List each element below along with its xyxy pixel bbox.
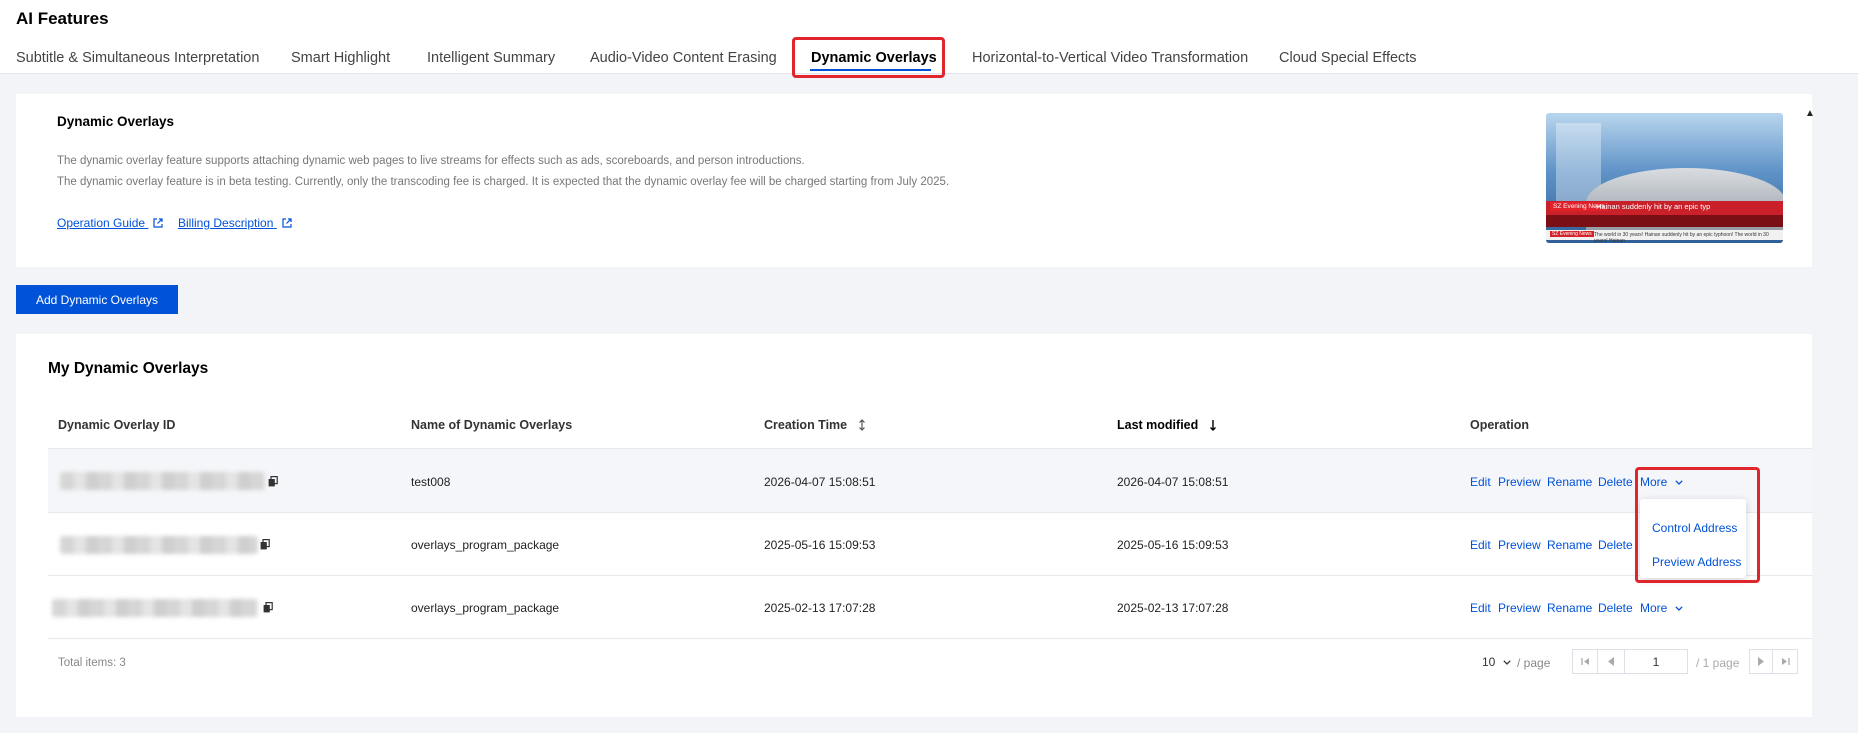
column-header-name: Name of Dynamic Overlays (411, 418, 573, 432)
last-modified: 2026-04-07 15:08:51 (1117, 475, 1229, 489)
intro-description-2: The dynamic overlay feature is in beta t… (57, 176, 950, 188)
column-header-modified[interactable]: Last modified (1117, 418, 1217, 432)
chevron-down-icon (1675, 480, 1683, 485)
rename-button[interactable]: Rename (1547, 601, 1592, 615)
overlay-name: test008 (411, 475, 451, 489)
delete-button[interactable]: Delete (1598, 475, 1633, 489)
copy-icon[interactable] (268, 476, 278, 487)
column-header-modified-label: Last modified (1117, 418, 1199, 432)
masked-overlay-id (52, 599, 258, 617)
more-dropdown-menu: Control Address Preview Address (1640, 499, 1746, 578)
preview-button[interactable]: Preview (1498, 538, 1541, 552)
tab-smart-highlight[interactable]: Smart Highlight (291, 50, 390, 66)
copy-icon[interactable] (263, 602, 273, 613)
creation-time: 2025-02-13 17:07:28 (764, 601, 876, 615)
tab-horizontal-to-vertical[interactable]: Horizontal-to-Vertical Video Transformat… (972, 50, 1248, 66)
tab-content-erasing[interactable]: Audio-Video Content Erasing (590, 50, 777, 66)
previous-page-button[interactable] (1597, 649, 1625, 674)
total-pages-label: / 1 page (1696, 656, 1740, 670)
total-items: Total items: 3 (58, 657, 126, 669)
overlay-preview-image: The world in 30 years! Hainan suddenly h… (1546, 113, 1783, 243)
column-header-operation: Operation (1470, 418, 1530, 432)
caret-left-icon (1608, 657, 1614, 666)
more-label: More (1640, 601, 1668, 615)
list-title: My Dynamic Overlays (48, 360, 209, 377)
rename-button[interactable]: Rename (1547, 538, 1592, 552)
row-divider (48, 575, 1812, 576)
sort-icon (858, 419, 865, 431)
operation-guide-link[interactable]: Operation Guide (57, 216, 164, 230)
last-page-button[interactable] (1772, 649, 1798, 674)
active-tab-indicator (810, 69, 931, 71)
last-modified: 2025-05-16 15:09:53 (1117, 538, 1229, 552)
last-page-icon (1781, 658, 1790, 665)
creation-time: 2025-05-16 15:09:53 (764, 538, 876, 552)
chevron-down-icon (1503, 660, 1511, 665)
column-header-id: Dynamic Overlay ID (58, 418, 176, 432)
sort-descending-icon (1209, 420, 1216, 431)
row-divider (48, 638, 1812, 639)
row-divider (48, 512, 1812, 513)
delete-button[interactable]: Delete (1598, 601, 1633, 615)
top-bar: AI Features Subtitle & Simultaneous Inte… (0, 0, 1858, 74)
per-page-label: / page (1517, 656, 1551, 670)
external-link-icon (282, 218, 292, 228)
preview-address-item[interactable]: Preview Address (1652, 555, 1741, 569)
edit-button[interactable]: Edit (1470, 475, 1491, 489)
preview-button[interactable]: Preview (1498, 475, 1541, 489)
billing-description-label: Billing Description (178, 216, 274, 230)
tab-intelligent-summary[interactable]: Intelligent Summary (427, 50, 555, 66)
column-header-created[interactable]: Creation Time (764, 418, 866, 432)
last-modified: 2025-02-13 17:07:28 (1117, 601, 1229, 615)
control-address-item[interactable]: Control Address (1652, 521, 1737, 535)
next-page-button[interactable] (1749, 649, 1773, 674)
masked-overlay-id (60, 472, 265, 490)
more-label: More (1640, 475, 1668, 489)
tab-subtitle-interpretation[interactable]: Subtitle & Simultaneous Interpretation (16, 50, 259, 66)
first-page-button[interactable] (1572, 649, 1598, 674)
edit-button[interactable]: Edit (1470, 538, 1491, 552)
overlay-name: overlays_program_package (411, 538, 560, 552)
billing-description-link[interactable]: Billing Description (178, 216, 292, 230)
more-button[interactable]: More (1640, 475, 1683, 489)
first-page-icon (1580, 658, 1589, 665)
delete-button[interactable]: Delete (1598, 538, 1633, 552)
page-size-value: 10 (1482, 655, 1496, 669)
preview-button[interactable]: Preview (1498, 601, 1541, 615)
intro-title: Dynamic Overlays (57, 114, 175, 129)
rename-button[interactable]: Rename (1547, 475, 1592, 489)
caret-right-icon (1758, 657, 1764, 666)
tab-dynamic-overlays[interactable]: Dynamic Overlays (811, 50, 937, 66)
overlay-name: overlays_program_package (411, 601, 560, 615)
masked-overlay-id (60, 536, 258, 554)
page-size-select[interactable]: 10 (1482, 655, 1511, 669)
column-header-created-label: Creation Time (764, 418, 848, 432)
more-button[interactable]: More (1640, 601, 1683, 615)
intro-description-1: The dynamic overlay feature supports att… (57, 155, 805, 167)
tab-cloud-special-effects[interactable]: Cloud Special Effects (1279, 50, 1417, 66)
add-dynamic-overlays-button[interactable]: Add Dynamic Overlays (16, 285, 178, 314)
page-title: AI Features (16, 9, 109, 28)
external-link-icon (153, 218, 164, 228)
creation-time: 2026-04-07 15:08:51 (764, 475, 876, 489)
collapse-caret-icon[interactable]: ▲ (1805, 108, 1815, 119)
operation-guide-label: Operation Guide (57, 216, 146, 230)
copy-icon[interactable] (260, 539, 270, 550)
chevron-down-icon (1675, 606, 1683, 611)
page-number-input[interactable] (1624, 649, 1688, 674)
edit-button[interactable]: Edit (1470, 601, 1491, 615)
